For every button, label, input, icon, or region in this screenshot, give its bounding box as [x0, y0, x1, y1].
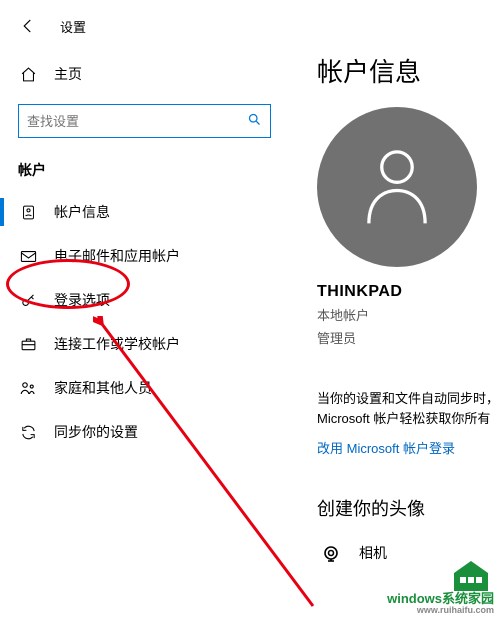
- search-input[interactable]: [27, 114, 247, 129]
- sidebar-item-signin-options[interactable]: 登录选项: [0, 278, 289, 322]
- sidebar-item-label: 电子邮件和应用帐户: [54, 246, 180, 266]
- sidebar-item-label: 家庭和其他人员: [54, 378, 152, 398]
- sidebar-item-sync[interactable]: 同步你的设置: [0, 410, 289, 454]
- sync-icon: [18, 424, 38, 441]
- sidebar-item-label: 帐户信息: [54, 202, 110, 222]
- camera-row[interactable]: 相机: [317, 541, 500, 565]
- sidebar-item-work-school[interactable]: 连接工作或学校帐户: [0, 322, 289, 366]
- mail-icon: [18, 249, 38, 264]
- user-name: THINKPAD: [317, 283, 500, 301]
- sidebar-home-label: 主页: [54, 64, 82, 84]
- person-icon: [18, 204, 38, 221]
- home-icon: [18, 66, 38, 83]
- ms-account-link[interactable]: 改用 Microsoft 帐户登录: [317, 438, 500, 457]
- back-button[interactable]: [16, 14, 40, 38]
- window-title: 设置: [60, 17, 86, 36]
- briefcase-icon: [18, 336, 38, 352]
- camera-label: 相机: [359, 543, 387, 563]
- create-avatar-title: 创建你的头像: [317, 495, 500, 521]
- search-icon: [247, 112, 262, 130]
- family-icon: [18, 380, 38, 396]
- avatar: [317, 107, 477, 267]
- sidebar-item-label: 同步你的设置: [54, 422, 138, 442]
- sidebar: 主页 帐户 帐户信息 电子邮: [0, 46, 289, 621]
- account-type: 本地帐户: [317, 305, 500, 324]
- key-icon: [18, 292, 38, 309]
- sidebar-section-title: 帐户: [0, 152, 289, 190]
- sidebar-home[interactable]: 主页: [0, 56, 289, 92]
- content-pane: 帐户信息 THINKPAD 本地帐户 管理员 当你的设置和文件自动同步时，Mic…: [289, 46, 500, 621]
- sidebar-item-label: 登录选项: [54, 290, 110, 310]
- sidebar-item-account-info[interactable]: 帐户信息: [0, 190, 289, 234]
- sidebar-item-label: 连接工作或学校帐户: [54, 334, 180, 354]
- user-role: 管理员: [317, 328, 500, 347]
- sidebar-item-family[interactable]: 家庭和其他人员: [0, 366, 289, 410]
- sync-description: 当你的设置和文件自动同步时，Microsoft 帐户轻松获取你所有: [317, 389, 500, 428]
- sidebar-item-email[interactable]: 电子邮件和应用帐户: [0, 234, 289, 278]
- page-title: 帐户信息: [317, 52, 500, 89]
- camera-icon: [317, 541, 345, 565]
- search-box[interactable]: [18, 104, 271, 138]
